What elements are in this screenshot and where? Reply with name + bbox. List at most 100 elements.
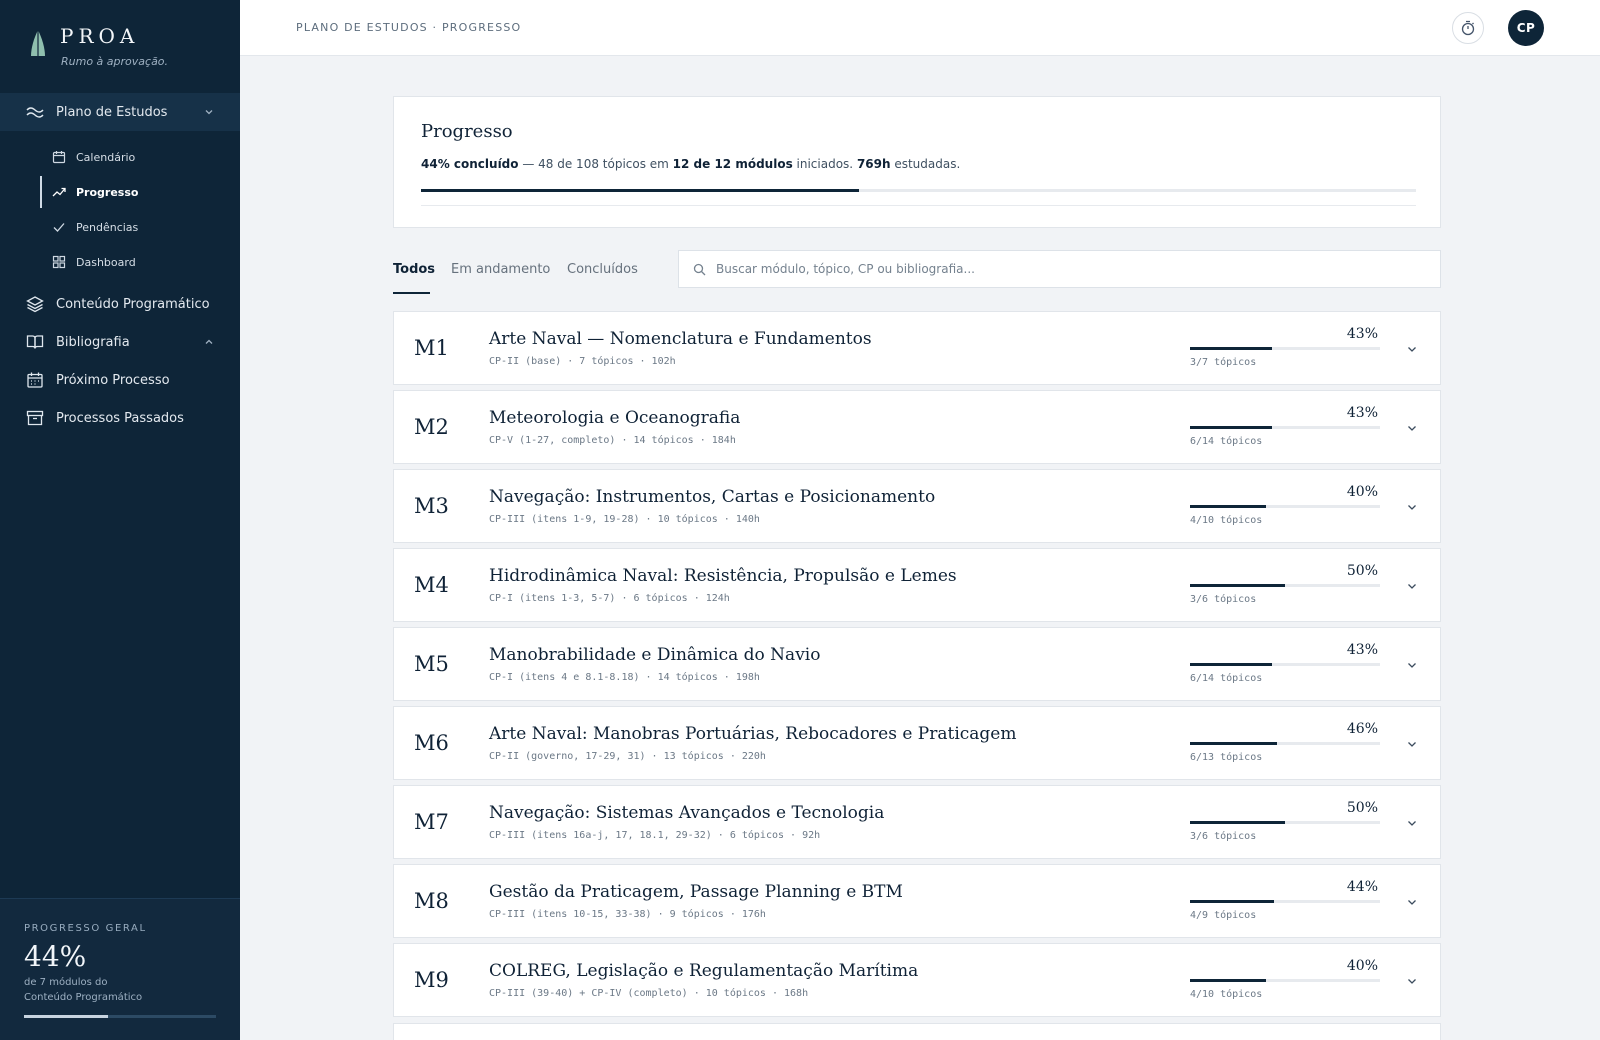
overall-progress-desc-1: de 7 módulos do	[24, 977, 108, 988]
module-topic-count: 3/6 tópicos	[1190, 831, 1257, 842]
module-percent: 43%	[1346, 326, 1378, 342]
sidebar-subitem-calendario[interactable]: Calendário	[40, 141, 230, 173]
module-percent: 50%	[1346, 800, 1378, 816]
module-percent: 40%	[1346, 958, 1378, 974]
module-row[interactable]: M1 Arte Naval — Nomenclatura e Fundamento…	[393, 311, 1441, 385]
module-progress-bar	[1190, 663, 1380, 666]
page-title: Progresso	[421, 121, 513, 142]
module-percent: 46%	[1346, 721, 1378, 737]
sail-logo-icon	[31, 30, 45, 56]
chevron-down-icon[interactable]	[1406, 422, 1418, 434]
archive-icon	[26, 409, 44, 427]
module-progress-fill	[1190, 347, 1272, 350]
chevron-down-icon[interactable]	[1406, 580, 1418, 592]
overall-progress-fill	[24, 1015, 109, 1018]
module-topic-count: 4/10 tópicos	[1190, 515, 1263, 526]
timer-button[interactable]	[1452, 12, 1484, 44]
tab-em-andamento[interactable]: Em andamento	[451, 262, 550, 277]
module-meta: CP-I (itens 4 e 8.1-8.18) · 14 tópicos ·…	[489, 672, 760, 683]
brand-tagline: Rumo à aprovação.	[61, 55, 169, 68]
progress-summary-card: Progresso 44% concluído — 48 de 108 tópi…	[393, 96, 1441, 228]
module-row-partial[interactable]	[393, 1023, 1441, 1040]
module-code: M9	[414, 968, 449, 992]
sidebar-subitem-label: Dashboard	[76, 255, 136, 269]
module-meta: CP-I (itens 1-3, 5-7) · 6 tópicos · 124h	[489, 593, 730, 604]
tab-concluidos[interactable]: Concluídos	[567, 262, 638, 277]
module-meta: CP-III (itens 16a-j, 17, 18.1, 29-32) · …	[489, 830, 821, 841]
sidebar-subitem-progresso[interactable]: Progresso	[40, 176, 230, 208]
module-progress-bar	[1190, 584, 1380, 587]
module-code: M5	[414, 652, 449, 676]
search-box[interactable]	[678, 250, 1441, 288]
overall-progress-bar	[24, 1015, 216, 1018]
module-topic-count: 6/14 tópicos	[1190, 673, 1263, 684]
module-progress-fill	[1190, 426, 1272, 429]
breadcrumb: PLANO DE ESTUDOS · PROGRESSO	[296, 21, 522, 34]
sidebar-subitem-label: Progresso	[76, 185, 139, 199]
module-row[interactable]: M3 Navegação: Instrumentos, Cartas e Posi…	[393, 469, 1441, 543]
trend-up-icon	[52, 185, 66, 199]
summary-progress-fill	[421, 189, 859, 192]
module-code: M4	[414, 573, 449, 597]
module-row[interactable]: M7 Navegação: Sistemas Avançados e Tecnol…	[393, 785, 1441, 859]
avatar[interactable]: CP	[1508, 10, 1544, 46]
module-topic-count: 3/6 tópicos	[1190, 594, 1257, 605]
module-code: M3	[414, 494, 449, 518]
module-code: M7	[414, 810, 449, 834]
chevron-down-icon[interactable]	[1406, 975, 1418, 987]
sidebar-item-plano-de-estudos[interactable]: Plano de Estudos	[0, 93, 240, 131]
progress-hours-text: 769h	[856, 157, 891, 171]
module-progress-bar	[1190, 900, 1380, 903]
sidebar-subitem-label: Calendário	[76, 150, 136, 164]
divider	[421, 205, 1416, 206]
sidebar: PROA Rumo à aprovação. Plano de Estudos …	[0, 0, 240, 1040]
module-title: COLREG, Legislação e Regulamentação Marí…	[489, 961, 919, 981]
sidebar-item-processos-passados[interactable]: Processos Passados	[0, 400, 240, 436]
module-topic-count: 3/7 tópicos	[1190, 357, 1257, 368]
module-topic-count: 4/9 tópicos	[1190, 910, 1257, 921]
sidebar-subitem-label: Pendências	[76, 220, 139, 234]
sidebar-item-proximo-processo[interactable]: Próximo Processo	[0, 362, 240, 398]
chevron-down-icon[interactable]	[1406, 817, 1418, 829]
search-input[interactable]	[716, 262, 1416, 276]
module-topic-count: 6/13 tópicos	[1190, 752, 1263, 763]
calendar-icon	[52, 150, 66, 164]
module-percent: 44%	[1346, 879, 1378, 895]
module-code: M1	[414, 336, 449, 360]
module-percent: 50%	[1346, 563, 1378, 579]
module-meta: CP-III (itens 1-9, 19-28) · 10 tópicos ·…	[489, 514, 760, 525]
module-row[interactable]: M4 Hidrodinâmica Naval: Resistência, Prop…	[393, 548, 1441, 622]
module-meta: CP-III (itens 10-15, 33-38) · 9 tópicos …	[489, 909, 766, 920]
module-code: M8	[414, 889, 449, 913]
sidebar-subitem-dashboard[interactable]: Dashboard	[40, 246, 230, 278]
module-title: Navegação: Sistemas Avançados e Tecnolog…	[489, 803, 885, 823]
progress-percent-text: 44% concluído	[421, 157, 519, 171]
module-row[interactable]: M6 Arte Naval: Manobras Portuárias, Reboc…	[393, 706, 1441, 780]
chevron-down-icon[interactable]	[1406, 343, 1418, 355]
active-tab-indicator	[393, 292, 430, 294]
tab-todos[interactable]: Todos	[393, 262, 435, 277]
chevron-down-icon[interactable]	[1406, 738, 1418, 750]
chevron-down-icon[interactable]	[1406, 659, 1418, 671]
module-title: Gestão da Praticagem, Passage Planning e…	[489, 882, 903, 902]
module-row[interactable]: M2 Meteorologia e Oceanografia CP-V (1-27,…	[393, 390, 1441, 464]
sidebar-item-conteudo-programatico[interactable]: Conteúdo Programático	[0, 286, 240, 322]
sidebar-item-label: Próximo Processo	[56, 372, 170, 388]
chevron-down-icon	[205, 110, 213, 115]
module-progress-fill	[1190, 663, 1272, 666]
module-row[interactable]: M9 COLREG, Legislação e Regulamentação Ma…	[393, 943, 1441, 1017]
module-row[interactable]: M5 Manobrabilidade e Dinâmica do Navio CP-…	[393, 627, 1441, 701]
module-progress-fill	[1190, 979, 1266, 982]
sidebar-subitem-pendencias[interactable]: Pendências	[40, 211, 230, 243]
chevron-down-icon[interactable]	[1406, 501, 1418, 513]
module-progress-fill	[1190, 900, 1274, 903]
brand-name: PROA	[60, 24, 140, 48]
overall-progress-desc-2: Conteúdo Programático	[24, 992, 143, 1003]
sidebar-item-bibliografia[interactable]: Bibliografia	[0, 324, 240, 360]
brand[interactable]: PROA Rumo à aprovação.	[28, 24, 218, 70]
module-row[interactable]: M8 Gestão da Praticagem, Passage Planning…	[393, 864, 1441, 938]
check-icon	[52, 220, 66, 234]
module-percent: 43%	[1346, 405, 1378, 421]
chevron-down-icon[interactable]	[1406, 896, 1418, 908]
module-title: Meteorologia e Oceanografia	[489, 408, 741, 428]
